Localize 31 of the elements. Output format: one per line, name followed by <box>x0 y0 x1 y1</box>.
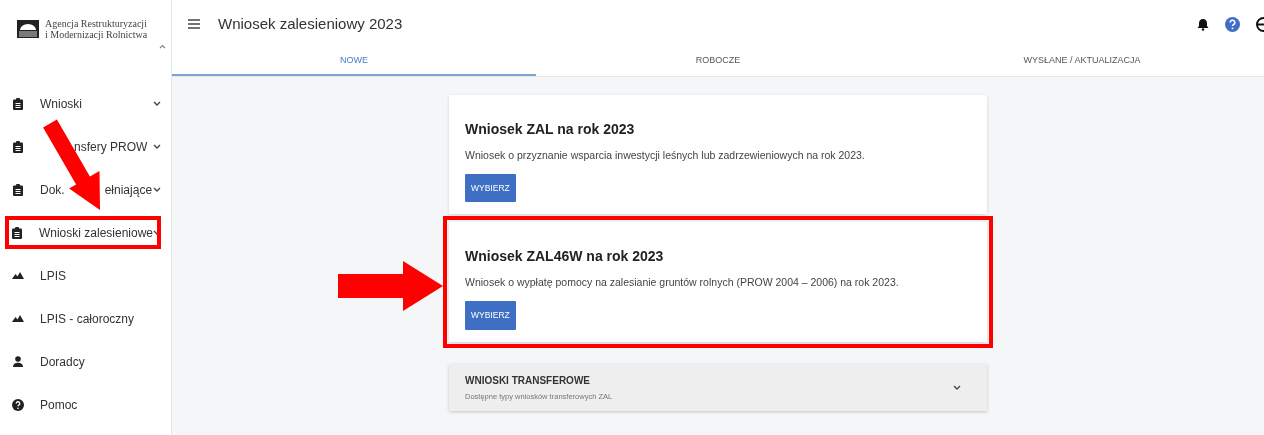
card-title: Wniosek ZAL na rok 2023 <box>465 121 636 138</box>
sidebar-item[interactable]: Doradcy <box>0 340 171 383</box>
sidebar-item[interactable]: LPIS <box>0 254 171 297</box>
menu-icon[interactable] <box>188 19 200 29</box>
tab[interactable]: ROBOCZE <box>536 48 900 76</box>
account-icon[interactable] <box>1256 16 1264 32</box>
sidebar-item[interactable]: Pomoc <box>0 383 171 426</box>
card-description: Wniosek o przyznanie wsparcia inwestycji leśnych lub zadrzewieniowych na rok 2023. <box>465 147 866 163</box>
sidebar-item[interactable]: Wnioski zalesieniowe <box>0 211 171 254</box>
person-icon <box>12 356 24 367</box>
tab[interactable]: WYSŁANE / AKTUALIZACJA <box>900 48 1264 76</box>
help-icon[interactable] <box>1225 16 1240 32</box>
tab[interactable]: NOWE <box>172 48 536 76</box>
mountain-icon <box>12 315 24 322</box>
page-title: Wniosek zalesieniowy 2023 <box>218 13 403 34</box>
card-description: Wniosek o wypłatę pomocy na zalesianie gruntów rolnych (PROW 2004 – 2006) na rok 2023. <box>465 275 900 291</box>
clipboard-icon <box>12 226 23 239</box>
card-title: Wniosek ZAL46W na rok 2023 <box>465 248 665 266</box>
clipboard-icon <box>12 183 24 196</box>
logo-icon <box>17 20 39 38</box>
select-button[interactable]: WYBIERZ <box>465 173 516 203</box>
agency-name: Agencja Restrukturyzacji i Modernizacji Rolnictwa <box>45 17 148 41</box>
sidebar-item[interactable]: LPIS - całoroczny <box>0 297 171 340</box>
bell-icon[interactable] <box>1197 17 1209 31</box>
sidebar-item[interactable]: Wnioski <box>0 82 171 125</box>
scroll-up-icon[interactable] <box>159 44 166 49</box>
select-button[interactable]: WYBIERZ <box>465 300 516 330</box>
clipboard-icon <box>12 97 24 110</box>
mountain-icon <box>12 272 24 279</box>
clipboard-icon <box>12 140 24 153</box>
help-icon <box>12 398 24 411</box>
